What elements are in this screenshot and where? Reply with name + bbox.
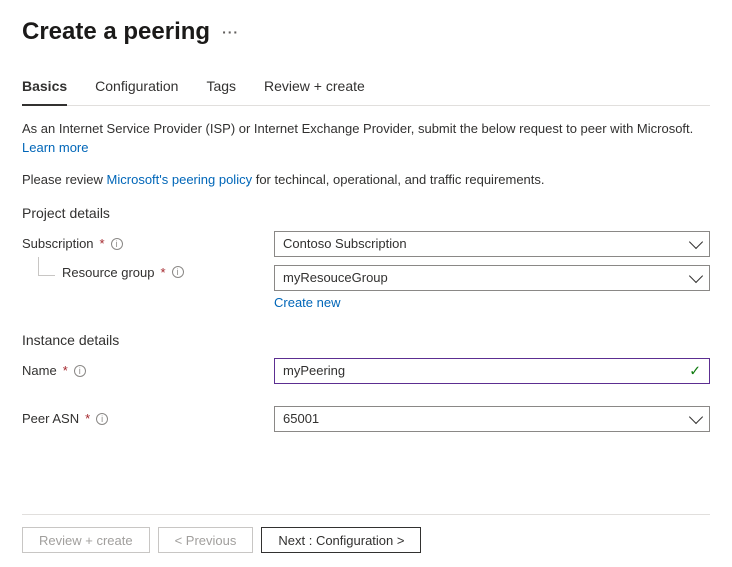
info-icon[interactable]: i [172, 266, 184, 278]
name-label: Name * i [22, 363, 274, 378]
page-title: Create a peering ··· [22, 18, 710, 46]
subscription-select[interactable]: Contoso Subscription [274, 231, 710, 257]
peer-asn-select[interactable]: 65001 [274, 406, 710, 432]
tab-configuration[interactable]: Configuration [95, 78, 178, 106]
previous-button[interactable]: < Previous [158, 527, 254, 553]
tab-review-create[interactable]: Review + create [264, 78, 365, 106]
peer-asn-label: Peer ASN * i [22, 411, 274, 426]
intro-text: As an Internet Service Provider (ISP) or… [22, 120, 710, 158]
name-input[interactable]: myPeering ✓ [274, 358, 710, 384]
create-new-link[interactable]: Create new [274, 295, 340, 310]
info-icon[interactable]: i [96, 413, 108, 425]
tabs: Basics Configuration Tags Review + creat… [22, 78, 710, 106]
required-indicator: * [63, 363, 68, 378]
peering-policy-link[interactable]: Microsoft's peering policy [107, 172, 253, 187]
checkmark-icon: ✓ [689, 362, 701, 379]
next-button[interactable]: Next : Configuration > [261, 527, 421, 553]
required-indicator: * [100, 236, 105, 251]
tab-basics[interactable]: Basics [22, 78, 67, 106]
learn-more-link[interactable]: Learn more [22, 140, 88, 155]
policy-text: Please review Microsoft's peering policy… [22, 172, 710, 187]
page-title-text: Create a peering [22, 18, 210, 46]
instance-details-heading: Instance details [22, 332, 710, 348]
info-icon[interactable]: i [74, 365, 86, 377]
info-icon[interactable]: i [111, 238, 123, 250]
more-icon[interactable]: ··· [222, 24, 239, 40]
required-indicator: * [85, 411, 90, 426]
footer: Review + create < Previous Next : Config… [22, 514, 710, 553]
subscription-label: Subscription * i [22, 236, 274, 251]
tab-tags[interactable]: Tags [206, 78, 236, 106]
required-indicator: * [161, 265, 166, 280]
review-create-button[interactable]: Review + create [22, 527, 150, 553]
resource-group-select[interactable]: myResouceGroup [274, 265, 710, 291]
resource-group-label: Resource group * i [22, 265, 274, 280]
project-details-heading: Project details [22, 205, 710, 221]
